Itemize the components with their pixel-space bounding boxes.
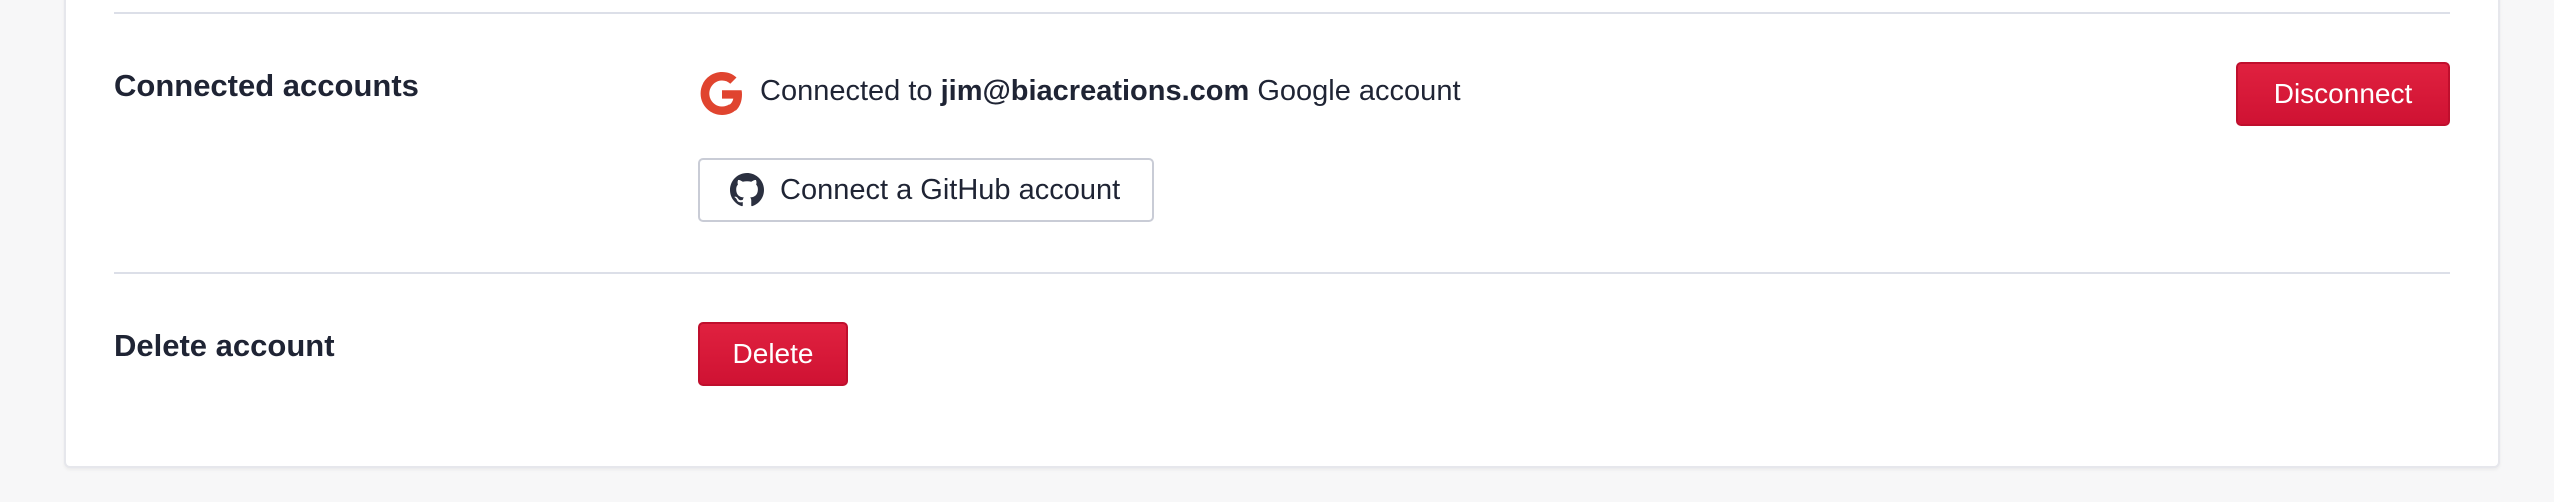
connect-github-label: Connect a GitHub account bbox=[780, 173, 1121, 206]
disconnect-button-label: Disconnect bbox=[2273, 78, 2413, 109]
github-icon bbox=[730, 173, 764, 207]
disconnect-button[interactable]: Disconnect bbox=[2236, 62, 2450, 126]
settings-card bbox=[64, 0, 2500, 468]
google-connection-status: Connected to jim@biacreations.com Google… bbox=[760, 75, 1461, 108]
connected-accounts-title: Connected accounts bbox=[114, 68, 419, 103]
google-g-icon bbox=[700, 72, 742, 115]
connected-suffix: Google account bbox=[1257, 75, 1461, 107]
top-divider bbox=[114, 12, 2450, 14]
connect-github-button[interactable]: Connect a GitHub account bbox=[698, 158, 1154, 222]
delete-account-title: Delete account bbox=[114, 328, 335, 363]
delete-button[interactable]: Delete bbox=[698, 322, 848, 386]
section-divider bbox=[114, 272, 2450, 274]
connected-email: jim@biacreations.com bbox=[940, 75, 1250, 107]
connected-prefix: Connected to bbox=[760, 75, 933, 107]
delete-button-label: Delete bbox=[732, 338, 814, 369]
